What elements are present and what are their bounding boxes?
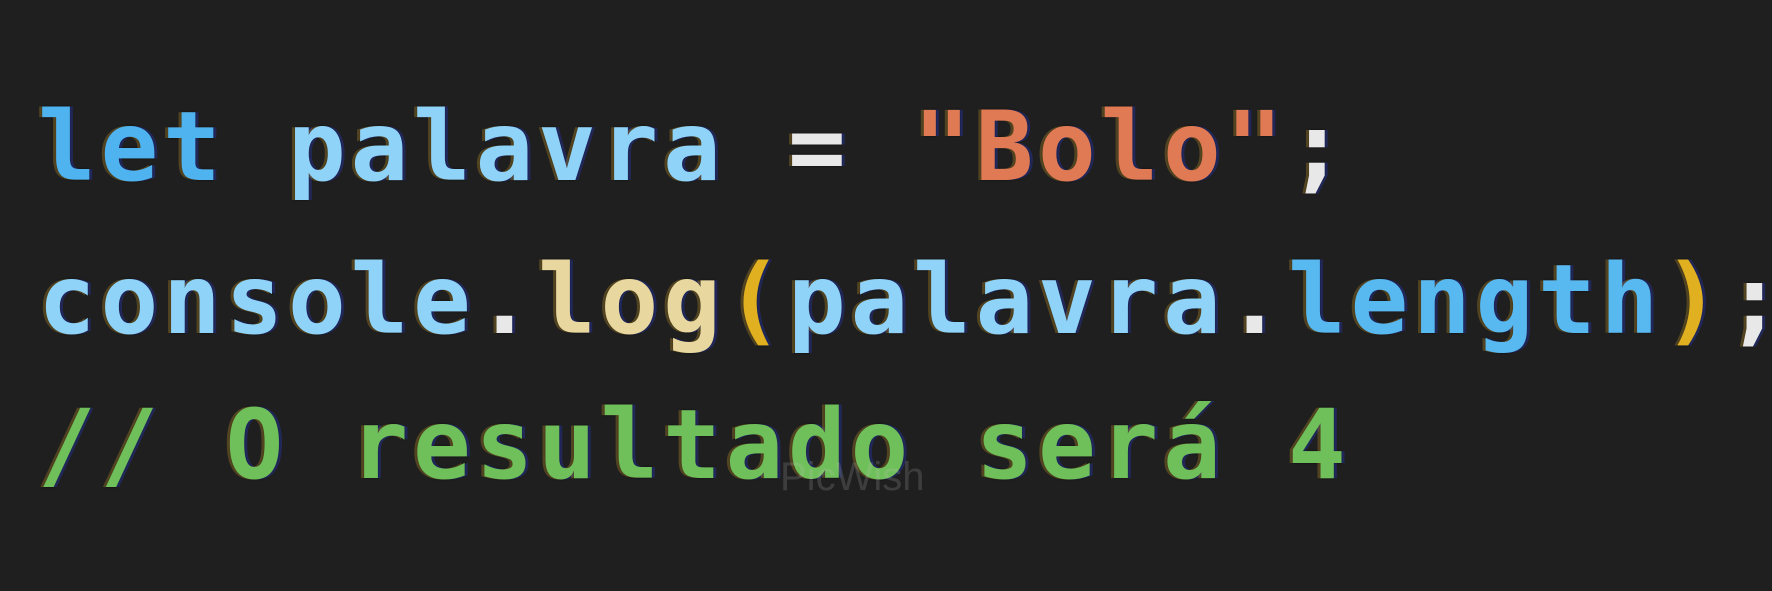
log-method: log xyxy=(537,244,726,356)
member-dot: . xyxy=(1225,244,1288,356)
string-literal: "Bolo" xyxy=(912,91,1288,203)
semicolon: ; xyxy=(1287,91,1351,203)
watermark: PicWish xyxy=(780,455,925,499)
assignment-operator: = xyxy=(787,91,851,203)
close-paren: ) xyxy=(1662,244,1726,356)
length-property: length xyxy=(1287,244,1663,356)
keyword-let: let xyxy=(38,91,226,203)
code-comment: // O resultado será 4 xyxy=(38,389,1351,501)
code-line-2: console.log(palavra.length); xyxy=(38,245,1772,355)
open-paren: ( xyxy=(725,244,788,356)
variable-name: palavra xyxy=(288,91,726,203)
member-dot: . xyxy=(475,244,538,356)
code-editor: let palavra = "Bolo"; console.log(palavr… xyxy=(0,0,1772,591)
console-object: console xyxy=(38,244,476,356)
argument-variable: palavra xyxy=(787,244,1226,356)
code-line-1: let palavra = "Bolo"; xyxy=(38,92,1350,202)
code-line-3: // O resultado será 4 xyxy=(38,390,1350,500)
semicolon: ; xyxy=(1725,244,1772,356)
